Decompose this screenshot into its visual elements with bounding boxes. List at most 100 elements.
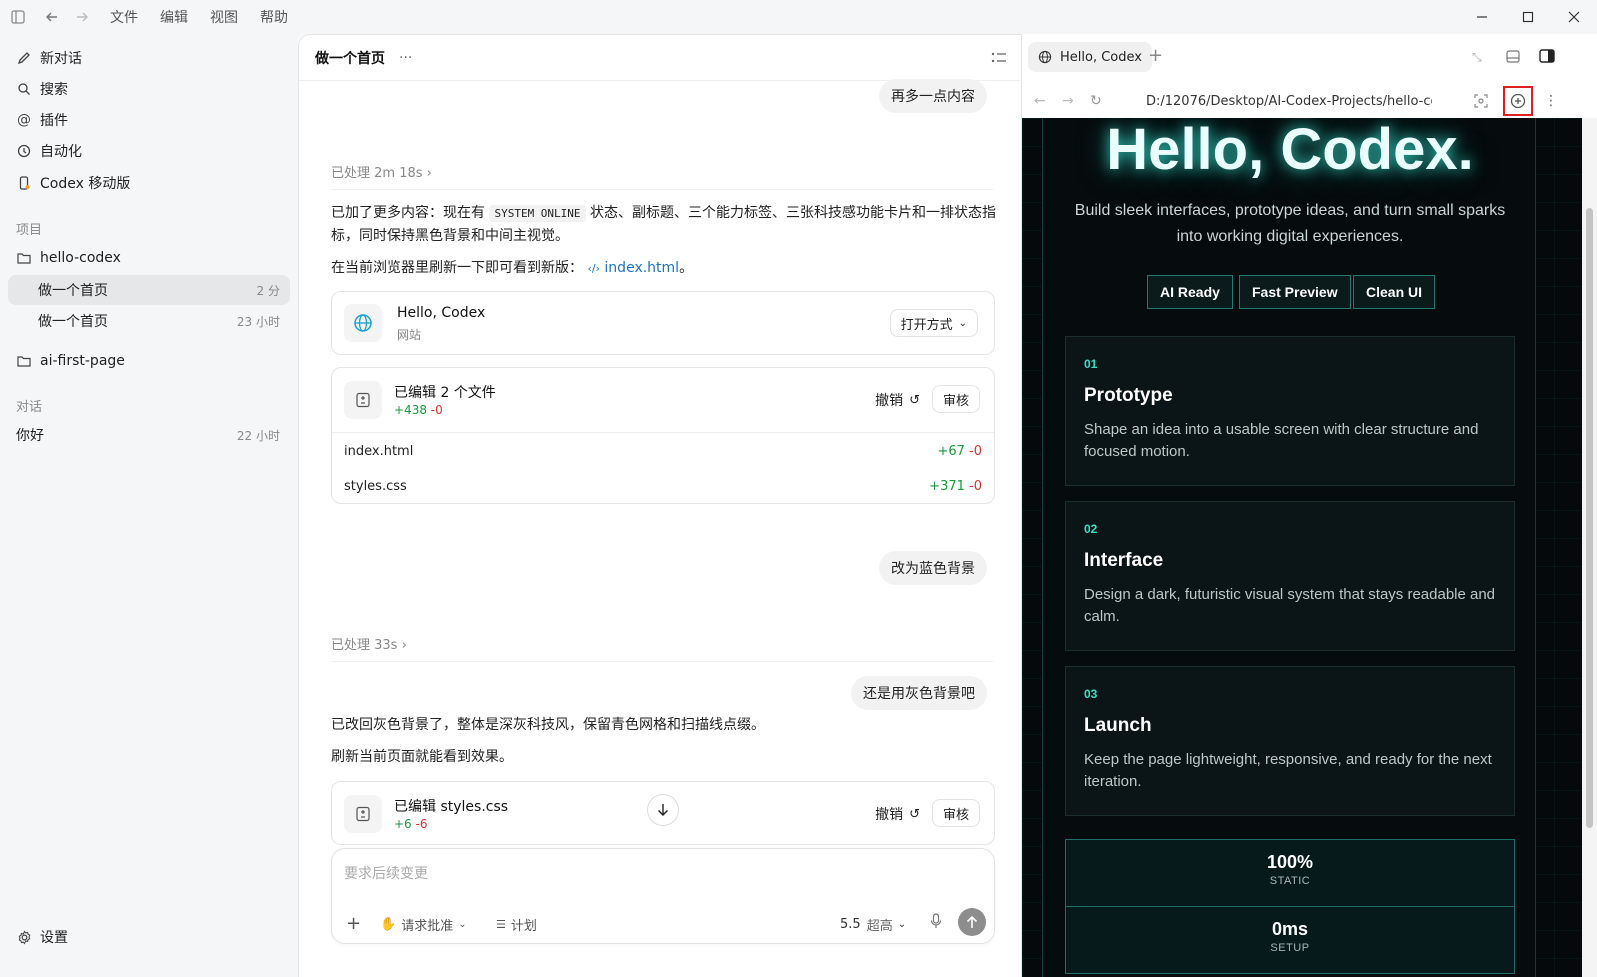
undo-button[interactable]: 撤销 ↺ bbox=[875, 390, 920, 410]
scrollbar-thumb[interactable] bbox=[1586, 208, 1593, 828]
feature-title: Prototype bbox=[1084, 385, 1173, 406]
open-with-label: 打开方式 bbox=[900, 317, 953, 333]
website-subtitle: 网站 bbox=[397, 328, 422, 342]
feature-number: 02 bbox=[1084, 522, 1098, 536]
settings-label: 设置 bbox=[40, 930, 68, 946]
model-label: 5.5 bbox=[840, 917, 861, 932]
approval-dropdown[interactable]: ✋ 请求批准 ⌄ bbox=[380, 915, 467, 934]
menu-file[interactable]: 文件 bbox=[110, 7, 138, 27]
sidebar-item-label: 自动化 bbox=[40, 144, 82, 160]
model-selector[interactable]: 5.5 超高 ⌄ bbox=[840, 915, 906, 934]
file-name: styles.css bbox=[344, 479, 407, 494]
review-button[interactable]: 审核 bbox=[931, 799, 980, 827]
stat-value: 100% bbox=[1266, 852, 1314, 872]
tab-title: Hello, Codex bbox=[1060, 49, 1142, 65]
hello-codex-site: Hello, Codex. Build sleek interfaces, pr… bbox=[1042, 118, 1536, 977]
split-view-icon[interactable] bbox=[1539, 49, 1555, 63]
prompt-input[interactable]: 要求后续变更 bbox=[344, 863, 974, 883]
close-icon[interactable] bbox=[1551, 0, 1597, 34]
message-text: 在当前浏览器里刷新一下即可看到新版： bbox=[331, 260, 583, 276]
file-link[interactable]: index.html bbox=[604, 260, 679, 276]
sidebar-item-search[interactable]: 搜索 bbox=[8, 74, 290, 104]
assistant-message: 已改回灰色背景了，整体是深灰科技风，保留青色网格和扫描线点缀。 bbox=[331, 717, 765, 733]
sidebar-item-mobile[interactable]: Codex 移动版 bbox=[8, 168, 290, 198]
forward-arrow-icon[interactable] bbox=[74, 9, 90, 25]
open-with-dropdown[interactable]: 打开方式 ⌄ bbox=[889, 309, 978, 337]
add-to-chat-icon[interactable] bbox=[1503, 86, 1533, 116]
screenshot-icon[interactable] bbox=[1474, 94, 1488, 108]
website-card[interactable]: Hello, Codex 网站 打开方式 ⌄ bbox=[331, 291, 995, 355]
settings-button[interactable]: 设置 bbox=[8, 922, 290, 952]
sidebar-item-new-chat[interactable]: 新对话 bbox=[8, 43, 290, 73]
stat-label: SETUP bbox=[1270, 942, 1310, 954]
chip-fast-preview[interactable]: Fast Preview bbox=[1239, 275, 1351, 309]
sidebar-item-label: 你好 bbox=[16, 428, 44, 444]
undo-icon: ↺ bbox=[909, 392, 920, 408]
undo-button[interactable]: 撤销 ↺ bbox=[875, 804, 920, 824]
browser-scrollbar[interactable] bbox=[1582, 118, 1597, 977]
chat-time: 22 小时 bbox=[236, 428, 280, 443]
task-list-icon[interactable] bbox=[991, 51, 1007, 65]
browser-tab[interactable]: Hello, Codex bbox=[1028, 42, 1152, 72]
file-diff: +67 -0 bbox=[937, 444, 982, 459]
deletions: -0 bbox=[969, 479, 982, 494]
sidebar-item-plugins[interactable]: @ 插件 bbox=[8, 105, 290, 135]
forward-arrow-icon[interactable]: → bbox=[1062, 93, 1074, 109]
processed-status[interactable]: 已处理 33s › bbox=[331, 634, 993, 662]
sidebar-item-label: 做一个首页 bbox=[38, 283, 108, 299]
menu-view[interactable]: 视图 bbox=[210, 7, 238, 27]
thread-homepage-active[interactable]: 做一个首页 2 分 bbox=[8, 275, 290, 305]
project-hello-codex[interactable]: hello-codex bbox=[8, 243, 290, 273]
folder-icon bbox=[16, 353, 32, 369]
panel-icon[interactable] bbox=[1506, 50, 1520, 63]
clock-icon bbox=[16, 143, 32, 159]
feature-title: Interface bbox=[1084, 550, 1164, 571]
plan-icon: ☰ bbox=[496, 918, 506, 931]
reload-icon[interactable]: ↻ bbox=[1090, 93, 1102, 109]
thread-homepage[interactable]: 做一个首页 23 小时 bbox=[8, 306, 290, 336]
composer: 要求后续变更 + ✋ 请求批准 ⌄ ☰ 计划 5.5 超高 ⌄ bbox=[331, 848, 995, 944]
menu-edit[interactable]: 编辑 bbox=[160, 7, 188, 27]
chevron-right-icon: › bbox=[401, 638, 407, 653]
chevron-down-icon: ⌄ bbox=[897, 919, 907, 930]
chevron-right-icon: › bbox=[426, 166, 432, 181]
maximize-icon[interactable] bbox=[1505, 0, 1551, 34]
at-icon: @ bbox=[17, 112, 31, 128]
back-arrow-icon[interactable]: ← bbox=[1034, 93, 1046, 109]
deletions: -0 bbox=[430, 403, 443, 417]
project-ai-first-page[interactable]: ai-first-page bbox=[8, 346, 290, 376]
microphone-icon[interactable] bbox=[930, 913, 942, 929]
menu-help[interactable]: 帮助 bbox=[260, 7, 288, 27]
add-icon[interactable]: + bbox=[346, 913, 361, 934]
feature-title: Launch bbox=[1084, 715, 1152, 736]
minimize-icon[interactable] bbox=[1459, 0, 1505, 34]
additions: +6 bbox=[394, 817, 412, 831]
url-field[interactable]: D:/12076/Desktop/AI-Codex-Projects/hello… bbox=[1146, 94, 1432, 109]
browser-panel: Hello, Codex + ⤡ ← → ↻ D:/12076/Desktop/… bbox=[1022, 34, 1597, 977]
hero-subtitle: Build sleek interfaces, prototype ideas,… bbox=[1074, 202, 1506, 245]
chip-clean-ui[interactable]: Clean UI bbox=[1353, 275, 1436, 309]
new-tab-icon[interactable]: + bbox=[1148, 45, 1163, 66]
collapse-icon[interactable]: ⤡ bbox=[1472, 50, 1482, 65]
sidebar-item-label: ai-first-page bbox=[40, 353, 125, 369]
sidebar-item-automation[interactable]: 自动化 bbox=[8, 136, 290, 166]
review-button[interactable]: 审核 bbox=[931, 385, 980, 413]
scroll-down-button[interactable] bbox=[647, 794, 679, 826]
back-arrow-icon[interactable] bbox=[44, 9, 60, 25]
more-options-icon[interactable]: ··· bbox=[399, 50, 412, 66]
file-row[interactable]: styles.css +371 -0 bbox=[344, 479, 982, 494]
deletions: -0 bbox=[969, 444, 982, 459]
chat-item-hello[interactable]: 你好 22 小时 bbox=[8, 420, 290, 450]
more-vertical-icon[interactable]: ⋮ bbox=[1544, 93, 1558, 109]
diff-icon bbox=[344, 381, 382, 419]
phone-icon bbox=[16, 175, 32, 191]
chip-ai-ready[interactable]: AI Ready bbox=[1147, 275, 1233, 309]
edited-file-card: 已编辑 styles.css +6 -6 撤销 ↺ 审核 bbox=[331, 781, 995, 845]
send-button[interactable] bbox=[958, 908, 986, 936]
message-text: 已加了更多内容：现在有 bbox=[331, 205, 485, 221]
sidebar-toggle-icon[interactable] bbox=[10, 9, 26, 25]
file-row[interactable]: index.html +67 -0 bbox=[344, 444, 982, 459]
plan-button[interactable]: ☰ 计划 bbox=[496, 915, 537, 934]
sidebar-item-label: hello-codex bbox=[40, 250, 121, 266]
processed-status[interactable]: 已处理 2m 18s › bbox=[331, 162, 993, 190]
